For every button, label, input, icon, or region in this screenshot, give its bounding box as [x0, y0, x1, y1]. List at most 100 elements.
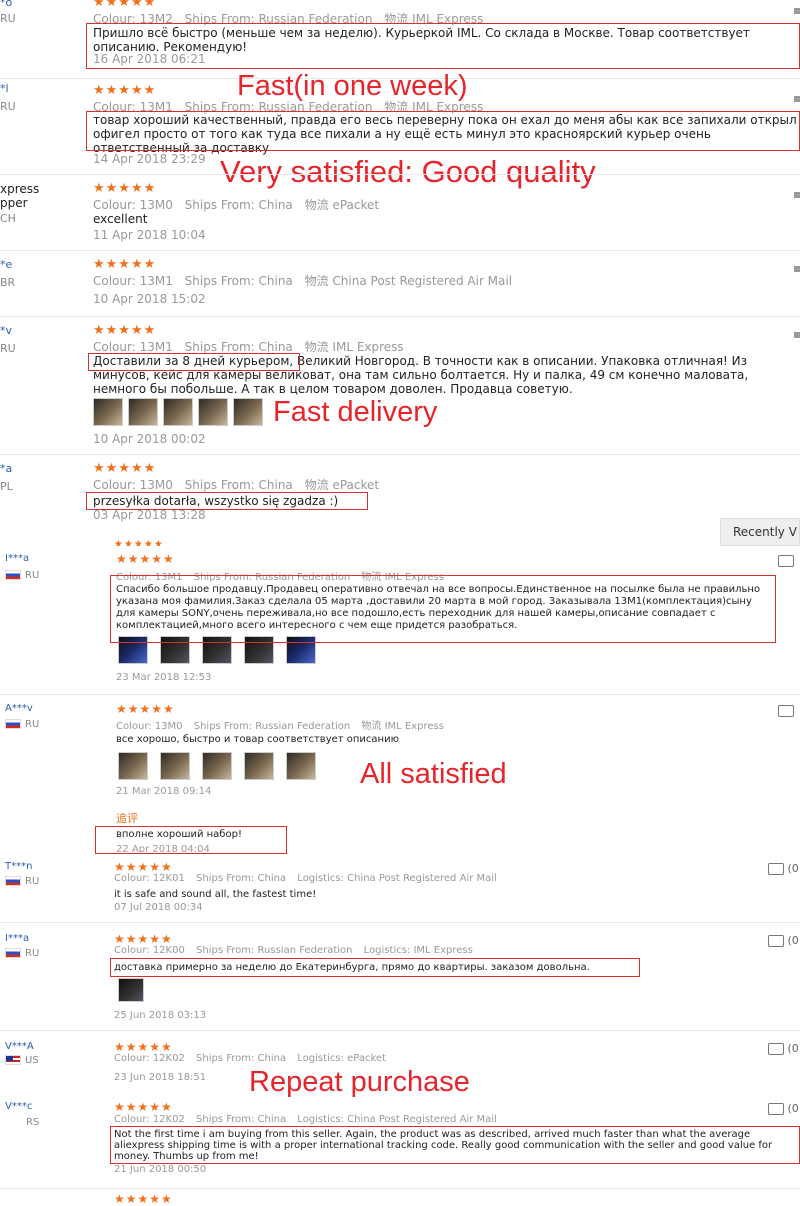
helpful-button[interactable]: (0 — [768, 934, 799, 947]
review-photo[interactable] — [163, 398, 193, 426]
highlight-box — [86, 111, 800, 151]
flag-icon — [5, 876, 21, 886]
colour-info: Colour: 12K02 — [114, 1053, 185, 1064]
ships-from: Ships From: China — [184, 198, 293, 212]
colour-info: Colour: 13M1 — [93, 340, 173, 354]
ships-from: Ships From: China — [184, 274, 293, 288]
divider — [0, 922, 800, 923]
review-photo[interactable] — [128, 398, 158, 426]
buyer-name[interactable]: T***n — [5, 860, 32, 874]
rating-stars: ★★★★★ — [114, 1100, 173, 1114]
buyer-country: PL — [0, 480, 13, 493]
logistics-info: Logistics: China Post Registered Air Mai… — [297, 1114, 497, 1125]
buyer-name[interactable]: V***A — [5, 1040, 34, 1054]
colour-info: Colour: 12K02 — [114, 1114, 185, 1125]
buyer-name[interactable]: V***c — [5, 1100, 32, 1114]
country-code: RU — [25, 876, 40, 887]
rating-stars: ★★★★★ — [93, 83, 157, 98]
sort-recently-button[interactable]: Recently V — [720, 518, 800, 546]
review-text: все хорошо, быстро и товар соответствует… — [116, 734, 400, 745]
buyer-name[interactable]: A***v — [5, 702, 33, 716]
review-date: 11 Apr 2018 10:04 — [93, 228, 206, 242]
annotation-fast: Fast(in one week) — [237, 70, 468, 102]
review-photo[interactable] — [160, 752, 190, 780]
buyer-name[interactable]: *e — [0, 258, 12, 272]
review-photo[interactable] — [244, 752, 274, 780]
buyer-name[interactable]: xpress pper — [0, 182, 39, 210]
divider — [0, 694, 800, 695]
flag-icon — [5, 948, 21, 958]
highlight-box — [95, 826, 287, 854]
review-meta: Colour: 12K01 Ships From: China Logistic… — [114, 873, 505, 884]
divider — [0, 1030, 800, 1031]
buyer-name[interactable]: I***a — [5, 552, 29, 566]
logistics-info: 物流 IML Express — [361, 721, 444, 732]
highlight-box — [110, 1126, 800, 1164]
flag-icon — [5, 1055, 21, 1065]
logistics-info: 物流 ePacket — [304, 198, 380, 212]
flag-icon — [5, 570, 21, 580]
rating-stars: ★★★★★ — [93, 257, 157, 272]
logistics-info: Logistics: ePacket — [297, 1053, 386, 1064]
buyer-name[interactable]: *a — [0, 462, 12, 476]
rating-stars: ★★★★★ — [93, 0, 157, 10]
review-date: 10 Apr 2018 15:02 — [93, 292, 206, 306]
highlight-box — [88, 353, 300, 371]
buyer-name[interactable]: *o — [0, 0, 12, 10]
report-icon[interactable] — [794, 8, 800, 14]
rating-stars: ★★★★★ — [93, 461, 157, 476]
thumb-up-icon — [768, 1043, 784, 1055]
colour-info: Colour: 13M0 — [93, 478, 173, 492]
review-photo[interactable] — [198, 398, 228, 426]
buyer-country: RU — [5, 719, 39, 730]
review-text: excellent — [93, 212, 148, 226]
colour-info: Colour: 13M1 — [93, 274, 173, 288]
helpful-button[interactable] — [778, 704, 794, 717]
helpful-button[interactable] — [778, 554, 794, 567]
country-code: RU — [25, 719, 40, 730]
review-photo[interactable] — [118, 752, 148, 780]
review-item: I***a RU ★★★★★ Colour: 12K00 Ships From:… — [0, 930, 800, 1026]
rating-stars: ★★★★★ — [114, 860, 173, 874]
helpful-button[interactable]: (0 — [768, 1042, 799, 1055]
rating-stars: ★★★★★ — [93, 323, 157, 338]
review-date: 21 Jun 2018 00:50 — [114, 1164, 207, 1175]
buyer-country: RU — [0, 342, 16, 355]
review-photo[interactable] — [286, 752, 316, 780]
helpful-button[interactable]: (0 — [768, 862, 799, 875]
review-photo[interactable] — [202, 752, 232, 780]
rating-stars: ★★★★★ — [116, 702, 175, 716]
review-photo[interactable] — [93, 398, 123, 426]
ships-from: Ships From: China — [196, 873, 287, 884]
country-code: US — [25, 1055, 39, 1066]
buyer-country: BR — [0, 276, 16, 289]
ships-from: Ships From: China — [196, 1114, 287, 1125]
buyer-name[interactable]: I***a — [5, 932, 29, 946]
thumb-up-icon — [768, 863, 784, 875]
logistics-info: 物流 China Post Registered Air Mail — [304, 274, 513, 288]
review-date: 14 Apr 2018 23:29 — [93, 152, 206, 166]
review-photo[interactable] — [118, 978, 144, 1002]
report-icon[interactable] — [794, 332, 800, 338]
colour-info: Colour: 12K01 — [114, 873, 185, 884]
report-icon[interactable] — [794, 266, 800, 272]
helpful-button[interactable]: (0 — [768, 1102, 799, 1115]
helpful-count: (0 — [787, 1042, 799, 1055]
highlight-box — [86, 23, 800, 69]
helpful-count: (0 — [787, 1102, 799, 1115]
review-meta: Colour: 12K00 Ships From: Russian Federa… — [114, 945, 481, 956]
review-photo[interactable] — [233, 398, 263, 426]
buyer-name[interactable]: *l — [0, 82, 9, 96]
review-date: 23 Jun 2018 18:51 — [114, 1072, 207, 1083]
report-icon[interactable] — [794, 96, 800, 102]
country-code: RU — [25, 948, 40, 959]
divider — [0, 316, 800, 317]
divider — [0, 250, 800, 251]
country-code: RU — [25, 570, 40, 581]
review-date: 23 Mar 2018 12:53 — [116, 672, 212, 683]
buyer-name[interactable]: *v — [0, 324, 12, 338]
divider — [0, 1188, 800, 1189]
review-meta: Colour: 13M0 Ships From: China 物流 ePacke… — [93, 476, 387, 493]
flag-icon — [5, 719, 21, 729]
report-icon[interactable] — [794, 192, 800, 198]
